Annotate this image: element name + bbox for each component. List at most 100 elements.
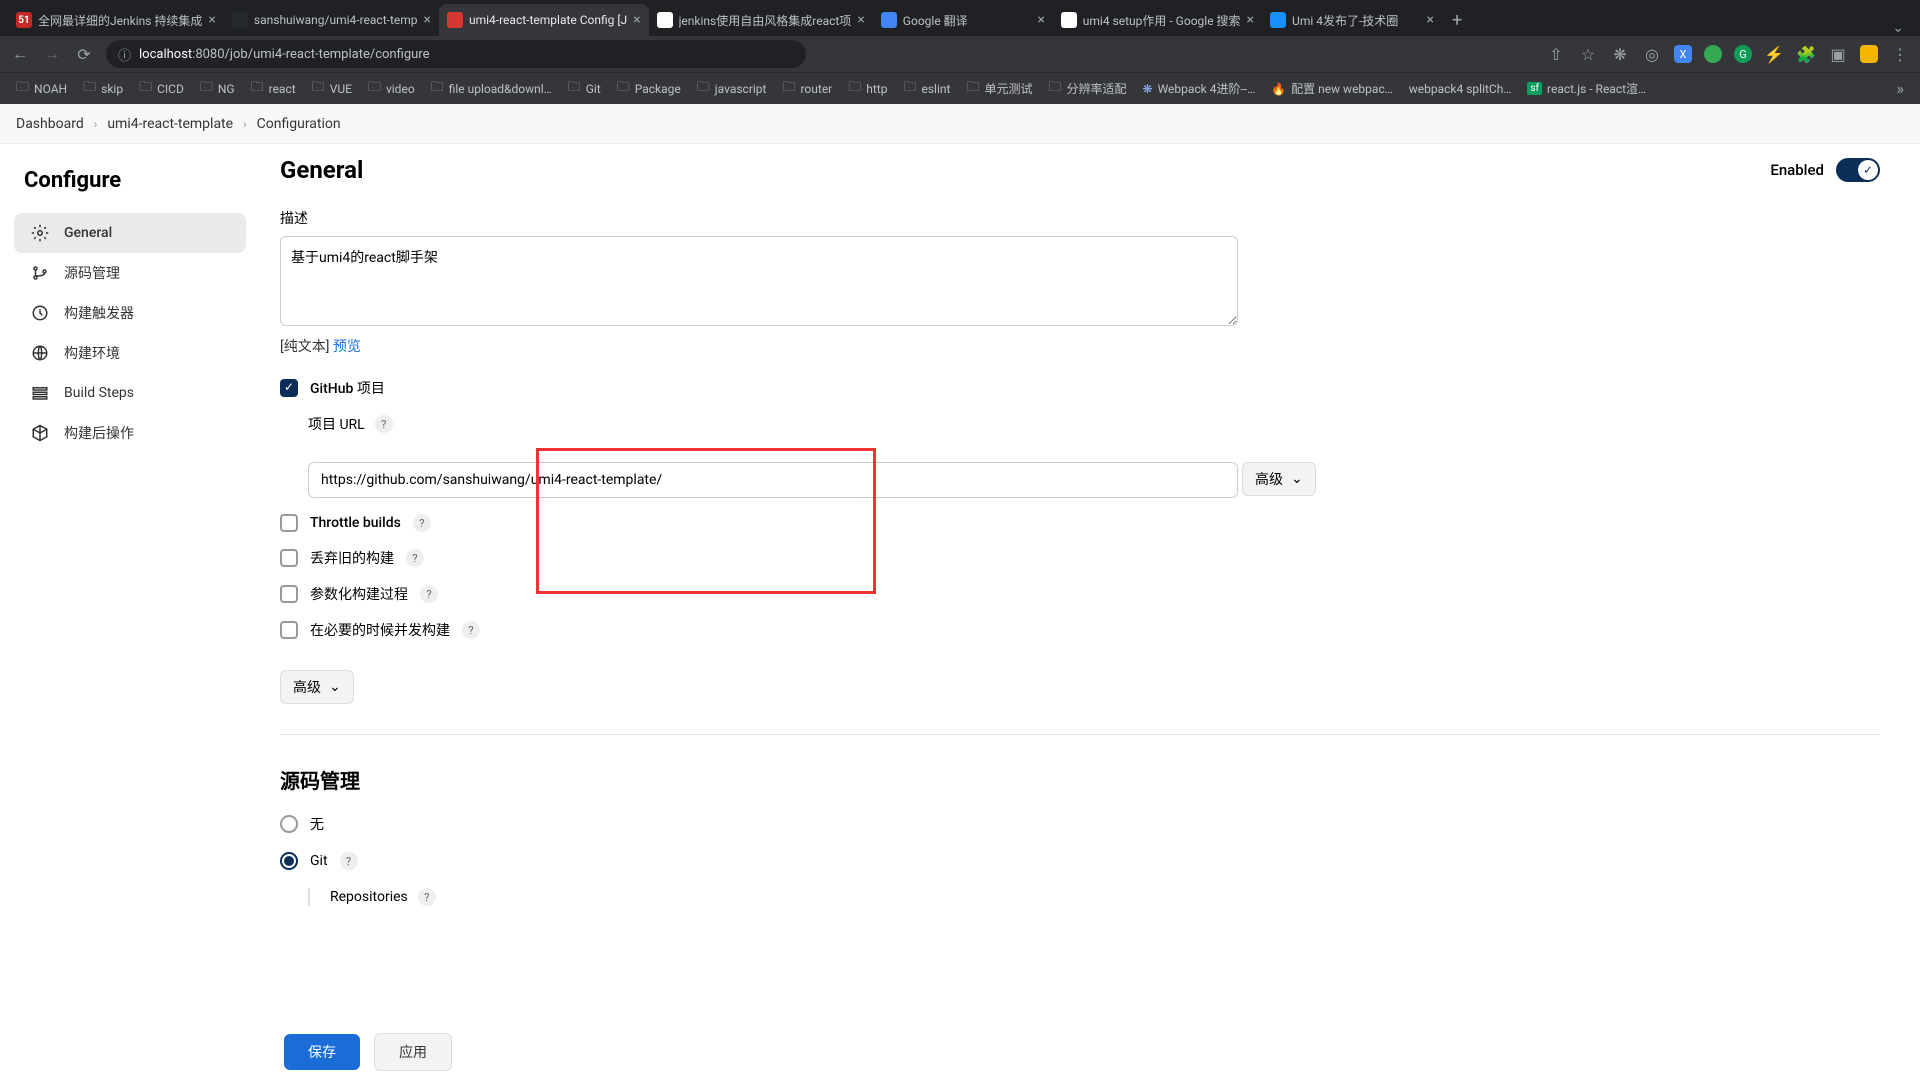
bookmark-item[interactable]: 🗀react xyxy=(245,75,302,103)
save-button[interactable]: 保存 xyxy=(284,1034,360,1070)
sidebar-item-triggers[interactable]: 构建触发器 xyxy=(14,293,246,333)
bookmarks-overflow-icon[interactable]: » xyxy=(1891,79,1911,98)
scm-git-radio[interactable] xyxy=(280,852,298,870)
browser-tab-strip: 51全网最详细的Jenkins 持续集成×sanshuiwang/umi4-re… xyxy=(0,0,1920,36)
bottom-action-bar: 保存 应用 xyxy=(260,1024,1920,1080)
ext-icon[interactable]: G xyxy=(1734,45,1752,63)
browser-tab[interactable]: Gjenkins使用自由风格集成react项× xyxy=(649,4,873,36)
bookmark-item[interactable]: 🔥配置 new webpac… xyxy=(1265,77,1399,100)
project-url-input[interactable] xyxy=(308,462,1238,498)
profile-avatar[interactable] xyxy=(1860,45,1878,63)
folder-icon: 🗀 xyxy=(617,78,630,100)
bookmark-label: react.js - React渲… xyxy=(1547,80,1646,97)
bookmark-item[interactable]: 🗀skip xyxy=(77,75,129,103)
site-info-icon[interactable]: ⓘ xyxy=(118,45,131,64)
bookmark-item[interactable]: 🗀CICD xyxy=(133,75,190,103)
bookmark-item[interactable]: 🗀NOAH xyxy=(10,75,73,103)
back-button[interactable]: ← xyxy=(10,44,30,64)
new-tab-button[interactable]: + xyxy=(1442,4,1472,36)
ext-icon[interactable]: X xyxy=(1674,45,1692,63)
breadcrumb-dashboard[interactable]: Dashboard xyxy=(16,116,84,132)
option-label: 参数化构建过程 xyxy=(310,584,408,604)
bookmark-item[interactable]: 🗀VUE xyxy=(306,75,358,103)
close-icon[interactable]: × xyxy=(857,12,864,28)
close-icon[interactable]: × xyxy=(208,12,215,28)
browser-tab[interactable]: Google 翻译× xyxy=(873,4,1053,36)
breadcrumb-page[interactable]: Configuration xyxy=(257,116,341,132)
sidebar-item-scm[interactable]: 源码管理 xyxy=(14,253,246,293)
help-icon[interactable]: ? xyxy=(413,514,431,532)
close-icon[interactable]: × xyxy=(633,12,640,28)
option-checkbox[interactable] xyxy=(280,585,298,603)
bookmark-item[interactable]: 🗀javascript xyxy=(691,75,773,103)
bookmark-item[interactable]: 🗀分辨率适配 xyxy=(1042,75,1132,103)
browser-tab[interactable]: sanshuiwang/umi4-react-temp× xyxy=(224,4,439,36)
option-checkbox[interactable] xyxy=(280,549,298,567)
help-icon[interactable]: ? xyxy=(340,852,358,870)
ext-icon[interactable] xyxy=(1704,45,1722,63)
help-icon[interactable]: ? xyxy=(406,549,424,567)
bookmark-item[interactable]: 🗀Package xyxy=(611,75,687,103)
close-icon[interactable]: × xyxy=(1037,12,1044,28)
help-icon[interactable]: ? xyxy=(375,415,393,433)
bookmark-item[interactable]: 🗀NG xyxy=(194,75,241,103)
sidebar-item-build-steps[interactable]: Build Steps xyxy=(14,373,246,413)
url-input[interactable]: ⓘ localhost:8080/job/umi4-react-template… xyxy=(106,40,806,68)
folder-icon: 🗀 xyxy=(848,78,861,100)
menu-icon[interactable]: ⋮ xyxy=(1890,45,1910,64)
panel-icon[interactable]: ▣ xyxy=(1828,45,1848,64)
sidebar-item-environment[interactable]: 构建环境 xyxy=(14,333,246,373)
tab-title: jenkins使用自由风格集成react项 xyxy=(679,12,852,29)
option-checkbox[interactable] xyxy=(280,514,298,532)
bookmark-item[interactable]: webpack4 splitCh… xyxy=(1403,77,1518,100)
help-icon[interactable]: ? xyxy=(420,585,438,603)
bookmark-item[interactable]: 🗀file upload&downl… xyxy=(425,75,558,103)
share-icon[interactable]: ⇧ xyxy=(1546,45,1566,64)
bookmark-item[interactable]: ❋Webpack 4进阶--… xyxy=(1137,77,1262,100)
bookmark-label: Git xyxy=(586,82,601,96)
bookmark-item[interactable]: 🗀http xyxy=(842,75,893,103)
description-textarea[interactable]: 基于umi4的react脚手架 xyxy=(280,236,1238,326)
close-icon[interactable]: × xyxy=(1247,12,1254,28)
bookmark-item[interactable]: 🗀Git xyxy=(562,75,607,103)
browser-tab[interactable]: Umi 4发布了-技术圈× xyxy=(1262,4,1442,36)
bookmark-item[interactable]: 🗀router xyxy=(776,75,838,103)
preview-link[interactable]: 预览 xyxy=(333,339,361,355)
window-dropdown-icon[interactable]: ⌄ xyxy=(1884,20,1912,36)
enabled-toggle-group: Enabled ✓ xyxy=(1770,158,1880,182)
sidebar-item-general[interactable]: General xyxy=(14,213,246,253)
enabled-toggle[interactable]: ✓ xyxy=(1836,158,1880,182)
apply-button[interactable]: 应用 xyxy=(374,1033,452,1071)
extensions-icon[interactable]: 🧩 xyxy=(1796,45,1816,64)
ext-icon[interactable]: ⚡ xyxy=(1764,45,1784,64)
bookmark-star-icon[interactable]: ☆ xyxy=(1578,45,1598,64)
github-project-checkbox[interactable] xyxy=(280,379,298,397)
advanced-button[interactable]: 高级 ⌄ xyxy=(1242,462,1316,496)
browser-tab[interactable]: Gumi4 setup作用 - Google 搜索× xyxy=(1053,4,1262,36)
help-icon[interactable]: ? xyxy=(418,888,436,906)
sidebar: Configure General 源码管理 构建触发器 构建环境 Build … xyxy=(0,144,260,1080)
bookmark-item[interactable]: 🗀eslint xyxy=(897,75,956,103)
browser-tab[interactable]: umi4-react-template Config [J× xyxy=(439,4,649,36)
breadcrumb-job[interactable]: umi4-react-template xyxy=(107,116,233,132)
bookmark-label: NOAH xyxy=(34,82,67,96)
globe-icon xyxy=(30,343,50,363)
advanced-button[interactable]: 高级 ⌄ xyxy=(280,670,354,704)
browser-tab[interactable]: 51全网最详细的Jenkins 持续集成× xyxy=(8,4,224,36)
bookmark-item[interactable]: 🗀单元测试 xyxy=(960,75,1038,103)
reload-button[interactable]: ⟳ xyxy=(74,45,94,64)
close-icon[interactable]: × xyxy=(1427,12,1434,28)
forward-button[interactable]: → xyxy=(42,44,62,64)
sidebar-item-post-build[interactable]: 构建后操作 xyxy=(14,413,246,453)
repositories-label: Repositories xyxy=(330,889,408,905)
bookmark-label: javascript xyxy=(715,82,767,96)
option-checkbox[interactable] xyxy=(280,621,298,639)
ext-icon[interactable]: ❋ xyxy=(1610,45,1630,64)
help-icon[interactable]: ? xyxy=(462,621,480,639)
close-icon[interactable]: × xyxy=(424,12,431,28)
scm-none-radio[interactable] xyxy=(280,815,298,833)
url-text: localhost:8080/job/umi4-react-template/c… xyxy=(139,47,429,62)
ext-icon[interactable]: ◎ xyxy=(1642,45,1662,64)
bookmark-item[interactable]: sfreact.js - React渲… xyxy=(1521,77,1652,100)
bookmark-item[interactable]: 🗀video xyxy=(362,75,421,103)
